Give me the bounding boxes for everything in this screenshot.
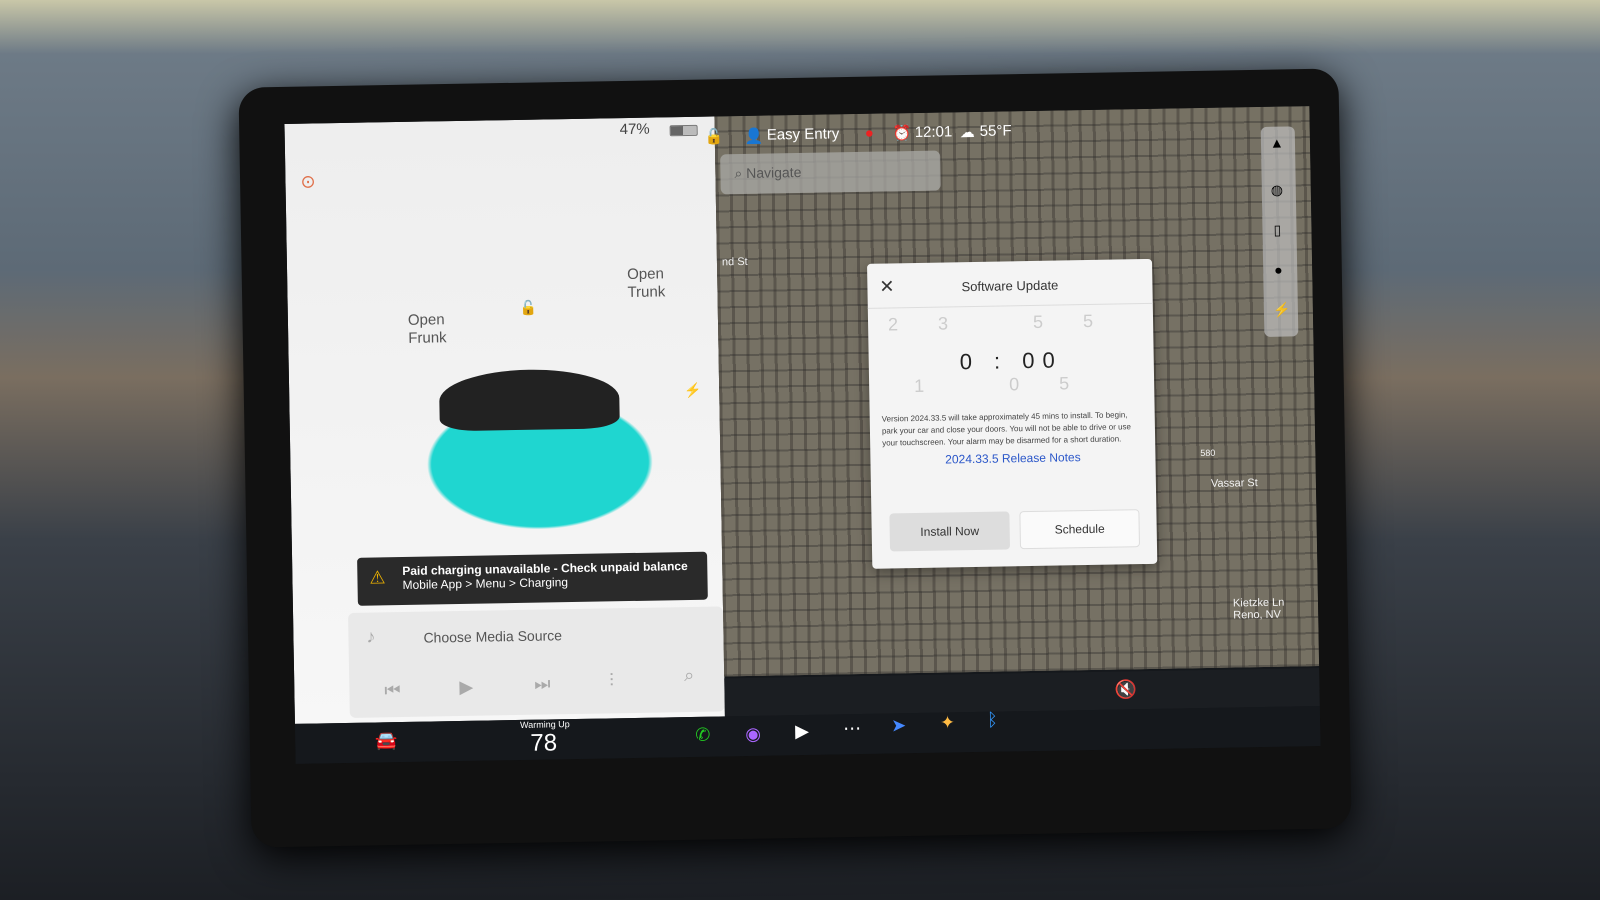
more-apps-icon[interactable]: ⋯: [843, 718, 861, 739]
next-track-icon[interactable]: ⏭: [534, 673, 551, 694]
profile-icon: 👤: [744, 127, 764, 145]
open-trunk-button[interactable]: Open Trunk: [627, 265, 688, 302]
map-label: Vassar St: [1210, 477, 1258, 490]
car-panel: ⊙ 47% Open Frunk Open Trunk 🔓 ⚡ ⚠ Paid c…: [284, 116, 725, 724]
schedule-button[interactable]: Schedule: [1019, 509, 1141, 550]
map-label: 580: [1200, 447, 1216, 459]
temperature: 55°F: [979, 122, 1012, 140]
install-now-button[interactable]: Install Now: [889, 511, 1011, 552]
traffic-icon[interactable]: ▯: [1273, 222, 1281, 239]
open-frunk-button[interactable]: Open Frunk: [408, 311, 469, 348]
charging-station-icon[interactable]: ⚡: [1273, 301, 1291, 318]
navigate-placeholder: Navigate: [746, 163, 802, 181]
play-icon[interactable]: ▶: [459, 677, 473, 698]
alert-path: Mobile App > Menu > Charging: [402, 575, 569, 593]
previous-track-icon[interactable]: ⏮: [384, 680, 401, 701]
map-controls: ▲ ◍ ▯ ● ⚡: [1260, 126, 1299, 337]
clock: 12:01: [914, 123, 953, 141]
software-update-dialog: ✕ Software Update 23 55 0 : 00 1 05 Vers…: [867, 258, 1158, 569]
lock-icon[interactable]: 🔓: [705, 127, 724, 145]
cabin-temperature[interactable]: 78: [530, 729, 557, 757]
touchscreen: ⊙ 47% Open Frunk Open Trunk 🔓 ⚡ ⚠ Paid c…: [284, 106, 1321, 764]
car-icon[interactable]: 🚘: [375, 730, 398, 751]
minute-value[interactable]: 00: [1022, 347, 1063, 373]
toybox-icon[interactable]: ✦: [940, 712, 955, 733]
mute-icon[interactable]: 🔇: [1114, 679, 1137, 700]
recording-icon[interactable]: ●: [865, 125, 874, 142]
media-search-icon[interactable]: ⌕: [684, 665, 694, 686]
climate-status: Warming Up: [519, 719, 570, 730]
media-player: ♪ Choose Media Source ⏮ ▶ ⏭ ⫶ ⌕: [348, 606, 725, 718]
pin-icon[interactable]: ●: [1274, 262, 1283, 278]
map-label: nd St: [721, 255, 748, 269]
update-description: Version 2024.33.5 will take approximatel…: [881, 410, 1132, 448]
close-icon[interactable]: ✕: [879, 276, 894, 297]
hour-prev: 23: [887, 312, 989, 335]
bluetooth-icon[interactable]: ᛒ: [987, 710, 998, 731]
tire-pressure-warning-icon: ⊙: [300, 171, 316, 192]
minute-next: 05: [1008, 372, 1110, 395]
release-notes-link[interactable]: 2024.33.5 Release Notes: [870, 449, 1155, 468]
globe-icon[interactable]: ◍: [1271, 182, 1284, 199]
charging-alert: ⚠ Paid charging unavailable - Check unpa…: [357, 551, 708, 606]
charge-port-icon[interactable]: ⚡: [684, 382, 702, 399]
navigate-search[interactable]: ⌕ Navigate: [720, 150, 941, 195]
warning-icon: ⚠: [369, 567, 386, 588]
map-label: Kietzke Ln Reno, NV: [1232, 596, 1285, 622]
camera-icon[interactable]: ◉: [745, 724, 761, 745]
unlock-icon[interactable]: 🔓: [520, 300, 538, 317]
media-source-button[interactable]: Choose Media Source: [423, 627, 562, 645]
minute-prev: 55: [1032, 310, 1134, 332]
weather-icon: ☁: [959, 123, 975, 142]
alarm-icon[interactable]: ⏰: [893, 124, 912, 142]
hour-next: 1: [913, 375, 965, 397]
navigation-app-icon[interactable]: ➤: [891, 715, 906, 736]
music-note-icon: ♪: [366, 626, 376, 647]
hour-value[interactable]: 0: [959, 349, 980, 374]
phone-icon[interactable]: ✆: [695, 725, 710, 746]
profile-name[interactable]: Easy Entry: [767, 125, 840, 143]
dialog-title: Software Update: [867, 258, 1153, 309]
theater-icon[interactable]: ▶: [795, 721, 809, 742]
equalizer-icon[interactable]: ⫶: [609, 670, 614, 691]
